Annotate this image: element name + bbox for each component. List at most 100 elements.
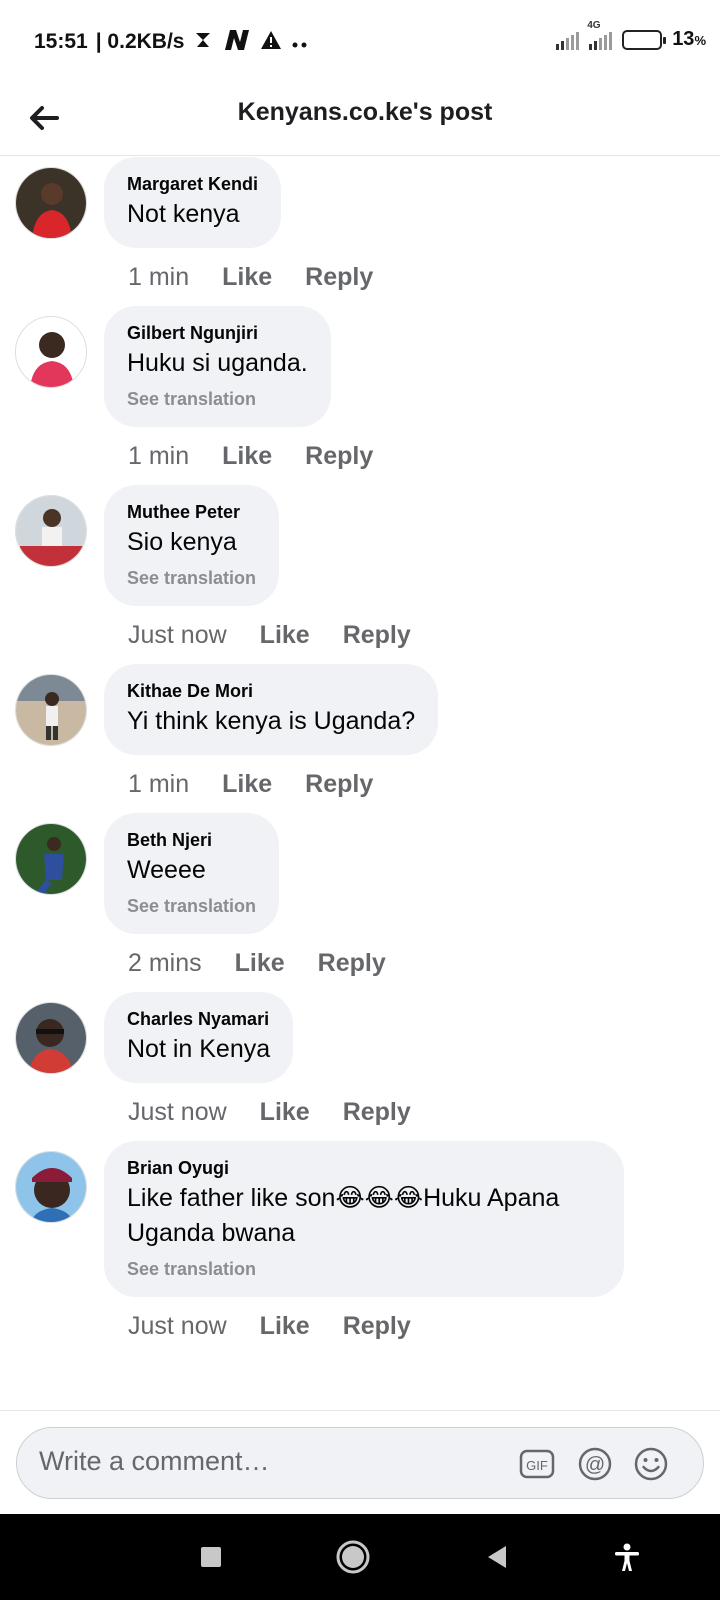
comment-text: Like father like son😂😂😂Huku Apana Uganda…	[127, 1184, 560, 1247]
comment-actions: 1 min Like Reply	[104, 248, 720, 306]
comment-time: Just now	[128, 1311, 227, 1340]
like-button[interactable]: Like	[260, 621, 310, 650]
square-nav-icon	[201, 1547, 221, 1567]
avatar[interactable]	[15, 167, 87, 239]
svg-text:@: @	[585, 1454, 605, 1476]
comment-author[interactable]: Margaret Kendi	[127, 171, 258, 197]
reply-button[interactable]: Reply	[343, 621, 411, 650]
reply-button[interactable]: Reply	[318, 949, 386, 978]
status-left: 15:51 | 0.2KB/s	[34, 28, 310, 56]
back-nav-icon	[488, 1546, 506, 1568]
comment: Margaret Kendi Not kenya 1 min Like Repl…	[0, 157, 720, 306]
comment-author[interactable]: Beth Njeri	[127, 827, 256, 853]
post-header: Kenyans.co.ke's post	[0, 86, 720, 156]
comment: Charles Nyamari Not in Kenya Just now Li…	[0, 992, 720, 1141]
comment-time: 1 min	[128, 262, 190, 291]
reply-button[interactable]: Reply	[305, 263, 373, 292]
comment-author[interactable]: Charles Nyamari	[127, 1006, 270, 1032]
warning-icon	[260, 30, 282, 54]
see-translation-link[interactable]: See translation	[127, 894, 256, 918]
avatar[interactable]	[15, 495, 87, 567]
like-button[interactable]: Like	[260, 1098, 310, 1127]
mention-button[interactable]: @	[575, 1444, 615, 1484]
comment-bubble[interactable]: Kithae De Mori Yi think kenya is Uganda?	[104, 664, 439, 755]
signal-4g-icon: 4G	[587, 20, 613, 50]
comment-text: Not in Kenya	[127, 1035, 271, 1063]
recents-button[interactable]	[191, 1537, 231, 1577]
comment-author[interactable]: Brian Oyugi	[127, 1155, 601, 1181]
comment-time: 1 min	[128, 441, 190, 470]
reply-button[interactable]: Reply	[343, 1098, 411, 1127]
status-bar: 15:51 | 0.2KB/s 4G 13%	[0, 0, 720, 86]
like-button[interactable]: Like	[260, 1312, 310, 1341]
accessibility-icon	[615, 1543, 639, 1571]
reply-button[interactable]: Reply	[343, 1312, 411, 1341]
gif-icon: GIF	[519, 1449, 555, 1479]
comment-bubble[interactable]: Brian Oyugi Like father like son😂😂😂Huku …	[104, 1141, 624, 1297]
avatar[interactable]	[15, 1151, 87, 1223]
nav-back-button[interactable]	[477, 1537, 517, 1577]
comment-input[interactable]: Write a comment… GIF @	[16, 1427, 704, 1499]
comment-actions: 2 mins Like Reply	[104, 934, 720, 992]
vpn-icon	[192, 29, 214, 55]
emoji-icon	[634, 1447, 668, 1481]
comment-text: Not kenya	[127, 200, 240, 228]
see-translation-link[interactable]: See translation	[127, 1257, 601, 1281]
comment-actions: 1 min Like Reply	[104, 755, 720, 813]
more-notifications-icon	[290, 31, 310, 53]
comment-text: Huku si uganda.	[127, 349, 308, 377]
comment-list[interactable]: Margaret Kendi Not kenya 1 min Like Repl…	[0, 157, 720, 1410]
comment-bubble[interactable]: Charles Nyamari Not in Kenya	[104, 992, 294, 1083]
comment-bubble[interactable]: Muthee Peter Sio kenya See translation	[104, 485, 280, 606]
comment-actions: Just now Like Reply	[104, 1083, 720, 1141]
page-title: Kenyans.co.ke's post	[237, 98, 493, 126]
comment-composer: Write a comment… GIF @	[0, 1410, 720, 1514]
comment-time: Just now	[128, 620, 227, 649]
comment-author[interactable]: Kithae De Mori	[127, 678, 415, 704]
signal-icon	[556, 30, 580, 50]
status-right: 4G 13%	[556, 20, 706, 51]
like-button[interactable]: Like	[222, 770, 272, 799]
comment-text: Yi think kenya is Uganda?	[127, 707, 416, 735]
battery-icon	[622, 29, 667, 50]
reply-button[interactable]: Reply	[305, 442, 373, 471]
comment-bubble[interactable]: Gilbert Ngunjiri Huku si uganda. See tra…	[104, 306, 331, 427]
comment-bubble[interactable]: Margaret Kendi Not kenya	[104, 157, 282, 248]
comment: Beth Njeri Weeee See translation 2 mins …	[0, 813, 720, 992]
mention-icon: @	[578, 1447, 612, 1481]
comment: Brian Oyugi Like father like son😂😂😂Huku …	[0, 1141, 720, 1355]
comment-actions: Just now Like Reply	[104, 606, 720, 664]
clock: 15:51	[34, 30, 88, 53]
see-translation-link[interactable]: See translation	[127, 566, 256, 590]
app-n-icon	[222, 28, 252, 56]
comment-time: 2 mins	[128, 948, 202, 977]
like-button[interactable]: Like	[222, 442, 272, 471]
avatar[interactable]	[15, 674, 87, 746]
avatar[interactable]	[15, 1002, 87, 1074]
network-speed: | 0.2KB/s	[95, 30, 185, 53]
svg-text:GIF: GIF	[526, 1458, 548, 1473]
comment-author[interactable]: Muthee Peter	[127, 499, 256, 525]
comment-time: Just now	[128, 1097, 227, 1126]
comment-actions: Just now Like Reply	[104, 1297, 720, 1355]
like-button[interactable]: Like	[222, 263, 272, 292]
system-nav-bar	[0, 1514, 720, 1600]
accessibility-button[interactable]	[607, 1537, 647, 1577]
comment-bubble[interactable]: Beth Njeri Weeee See translation	[104, 813, 280, 934]
see-translation-link[interactable]: See translation	[127, 387, 308, 411]
battery-percent: 13%	[672, 28, 706, 50]
gif-button[interactable]: GIF	[517, 1444, 557, 1484]
comment-text: Sio kenya	[127, 528, 237, 556]
comment-author[interactable]: Gilbert Ngunjiri	[127, 320, 308, 346]
home-nav-icon	[336, 1540, 370, 1574]
comment-time: 1 min	[128, 769, 190, 798]
comment: Muthee Peter Sio kenya See translation J…	[0, 485, 720, 664]
home-button[interactable]	[333, 1537, 373, 1577]
comment: Gilbert Ngunjiri Huku si uganda. See tra…	[0, 306, 720, 485]
emoji-button[interactable]	[631, 1444, 671, 1484]
avatar[interactable]	[15, 316, 87, 388]
like-button[interactable]: Like	[235, 949, 285, 978]
avatar[interactable]	[15, 823, 87, 895]
reply-button[interactable]: Reply	[305, 770, 373, 799]
comment-placeholder: Write a comment…	[39, 1446, 270, 1476]
